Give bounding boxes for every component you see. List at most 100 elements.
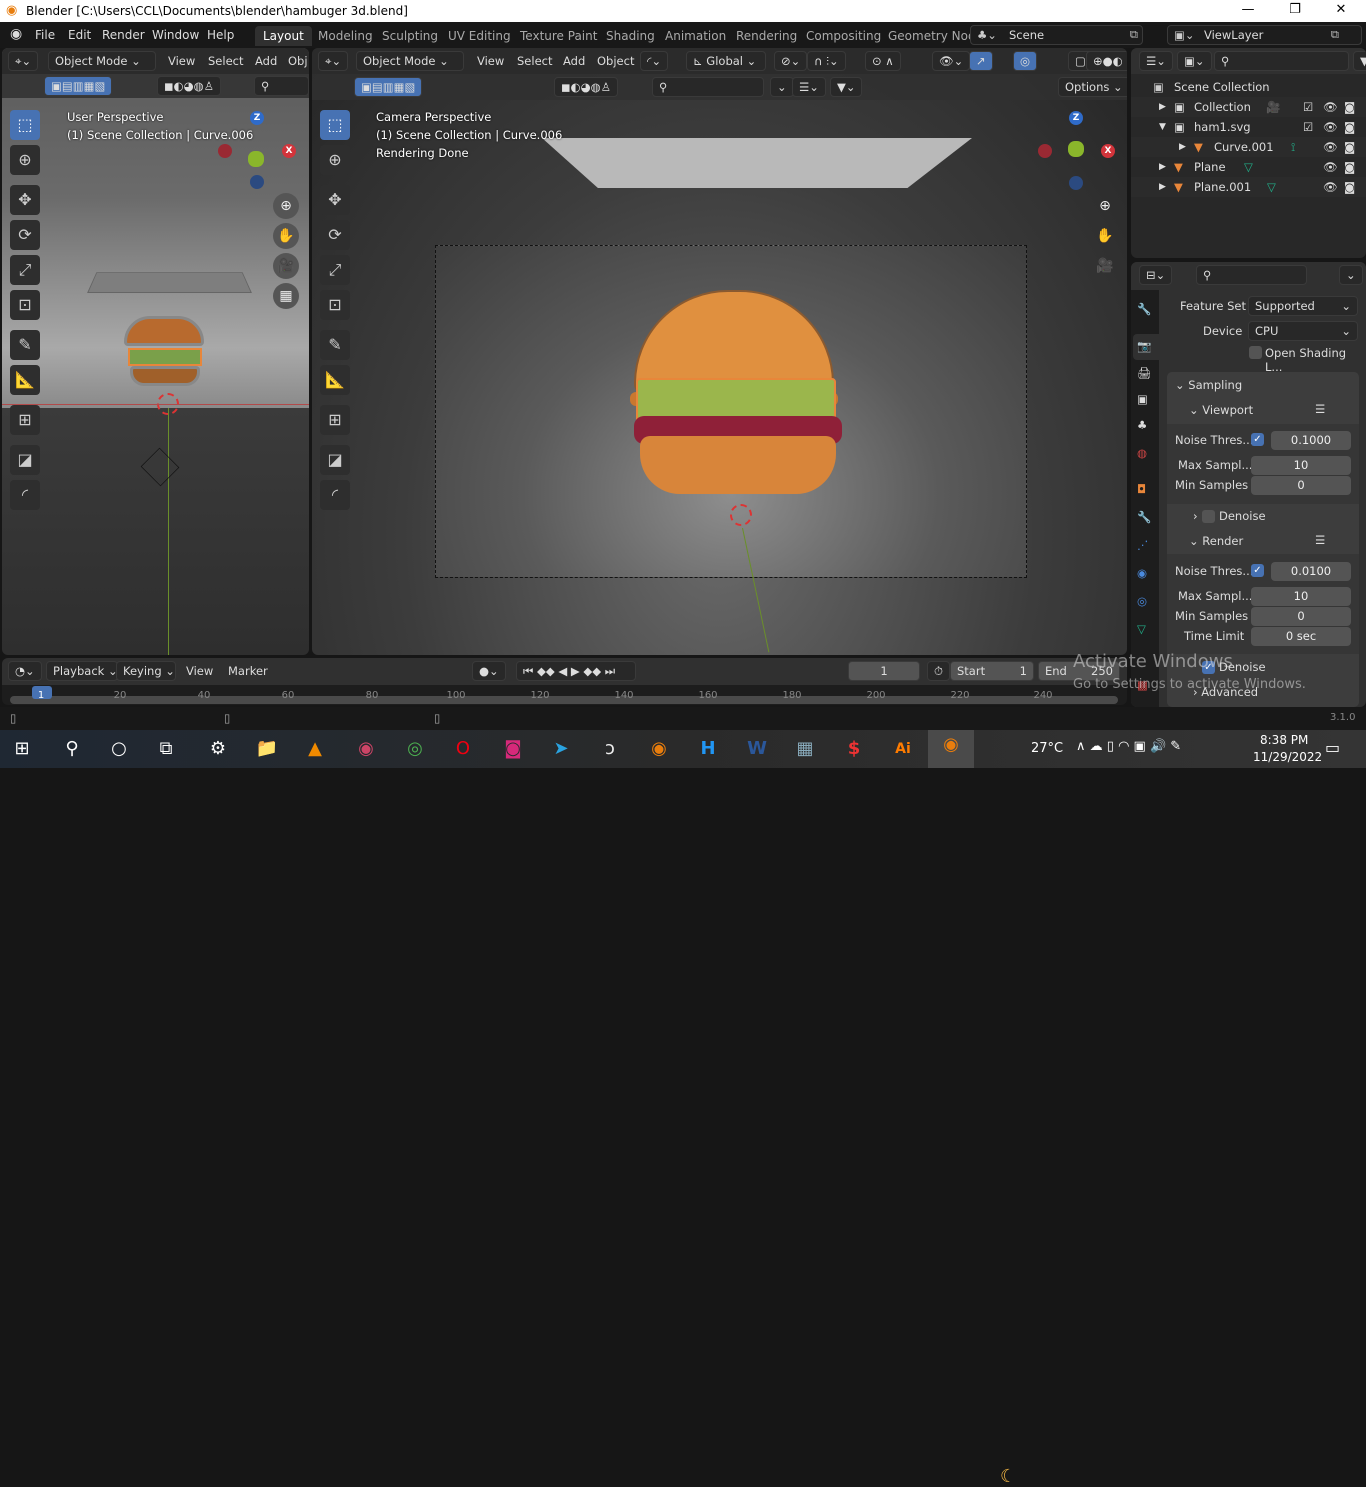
expand-arrow-icon[interactable]: ▶ bbox=[1159, 182, 1166, 192]
gizmo-toggle-icon[interactable]: ↗ bbox=[969, 51, 993, 71]
playback-controls[interactable]: ⏮ ◆◆ ◀ ▶ ◆◆ ⏭ bbox=[516, 661, 636, 681]
editor-type-icon[interactable]: ⊟⌄ bbox=[1139, 265, 1173, 285]
outliner-row-plane001[interactable]: ▶ ▼ Plane.001 ▽ 👁 ◙ bbox=[1131, 177, 1366, 197]
render-camera-icon[interactable]: ◙ bbox=[1344, 100, 1355, 114]
menu-select[interactable]: Select bbox=[517, 54, 552, 68]
expand-arrow-icon[interactable]: ▶ bbox=[1179, 142, 1186, 152]
modifier-tab-icon[interactable]: 🔧 bbox=[1137, 510, 1151, 524]
h-app-icon[interactable]: H bbox=[690, 734, 726, 764]
object-mode-dropdown[interactable]: Object Mode ⌄ bbox=[48, 51, 156, 71]
gizmo-y-axis[interactable] bbox=[1068, 141, 1084, 157]
close-button[interactable]: ✕ bbox=[1326, 2, 1356, 17]
auto-keying-button[interactable]: ●⌄ bbox=[472, 661, 506, 681]
render-camera-icon[interactable]: ◙ bbox=[1344, 120, 1355, 134]
gizmo-x-axis[interactable]: X bbox=[1101, 144, 1115, 158]
gizmo-z-axis[interactable]: Z bbox=[1069, 111, 1083, 125]
vlc-icon[interactable]: ▲ bbox=[297, 734, 333, 764]
expand-arrow-icon[interactable]: ▼ bbox=[1159, 122, 1166, 132]
shrink-tool[interactable]: ◪ bbox=[10, 445, 40, 475]
tab-geometry-nodes[interactable]: Geometry Nod bbox=[880, 26, 984, 46]
chrome-icon[interactable]: ◎ bbox=[397, 734, 433, 764]
search-icon[interactable]: ⚲ bbox=[652, 77, 764, 97]
clock-time[interactable]: 8:38 PM bbox=[1260, 733, 1308, 747]
cursor-tool[interactable]: ⊕ bbox=[320, 145, 350, 175]
presets-icon[interactable]: ☰ bbox=[1315, 533, 1325, 547]
display-mode-icon[interactable]: ☰⌄ bbox=[1139, 51, 1173, 71]
snapping-icon[interactable]: ∩ ⫶⌄ bbox=[807, 51, 846, 71]
gizmo-z-axis[interactable]: Z bbox=[250, 111, 264, 125]
view-layer-selector[interactable]: ▣⌄ ViewLayer ⧉ bbox=[1167, 25, 1362, 45]
rotate-tool[interactable]: ⟳ bbox=[10, 220, 40, 250]
gizmo-neg-z[interactable] bbox=[250, 175, 264, 189]
scale-tool[interactable]: ⤢ bbox=[320, 255, 350, 285]
playback-dropdown[interactable]: Playback ⌄ bbox=[46, 661, 118, 681]
move-tool[interactable]: ✥ bbox=[320, 185, 350, 215]
search-icon[interactable]: ⚲ bbox=[54, 734, 90, 764]
start-button-icon[interactable]: ⊞ bbox=[4, 734, 40, 764]
viewport-denoise-expand[interactable]: › bbox=[1193, 509, 1198, 523]
ortho-grid-icon[interactable]: ▦ bbox=[273, 283, 299, 309]
left-3d-viewport[interactable]: ⌖⌄ Object Mode ⌄ View Select Add Obj ▣▤▥… bbox=[2, 48, 309, 655]
editor-type-icon[interactable]: ⌖⌄ bbox=[8, 51, 39, 71]
menu-window[interactable]: Window bbox=[152, 28, 199, 42]
menu-help[interactable]: Help bbox=[207, 28, 234, 42]
minimize-button[interactable]: — bbox=[1233, 2, 1263, 17]
snap-icon[interactable]: ◜⌄ bbox=[640, 51, 669, 71]
tab-sculpting[interactable]: Sculpting bbox=[374, 26, 446, 46]
outliner-row-ham1[interactable]: ▼ ▣ ham1.svg ☑ 👁 ◙ bbox=[1131, 117, 1366, 137]
instagram-icon[interactable]: ◙ bbox=[495, 734, 531, 764]
blender-active-icon[interactable]: ◉ bbox=[928, 730, 974, 768]
menu-marker[interactable]: Marker bbox=[228, 664, 268, 678]
viewport-shading-icons[interactable]: ⊕●◐ bbox=[1086, 51, 1127, 71]
annotate-tool[interactable]: ✎ bbox=[10, 330, 40, 360]
gizmo-x-axis[interactable]: X bbox=[282, 144, 296, 158]
eye-icon[interactable]: 👁 bbox=[1323, 120, 1338, 134]
weather-icon[interactable]: ☾ bbox=[1000, 1466, 1016, 1487]
tray-icons[interactable]: ∧ ☁ ▯ ◠ ▣ 🔊 ✎ bbox=[1076, 739, 1181, 754]
outliner-row-collection[interactable]: ▶ ▣ Collection 🎥 ☑ 👁 ◙ bbox=[1131, 97, 1366, 117]
new-scene-icon[interactable]: ⧉ bbox=[1130, 27, 1138, 42]
viewport-noise-value[interactable]: 0.1000 bbox=[1271, 431, 1351, 450]
zoom-icon[interactable]: ⊕ bbox=[273, 193, 299, 219]
scene-selector[interactable]: ♣⌄ Scene ⧉ bbox=[970, 25, 1143, 45]
settings-app-icon[interactable]: ⚙ bbox=[200, 734, 236, 764]
output-tab-icon[interactable]: 🖨 bbox=[1137, 366, 1152, 380]
menu-view[interactable]: View bbox=[168, 54, 195, 68]
gizmo-neg-x[interactable] bbox=[1038, 144, 1052, 158]
render-noise-value[interactable]: 0.0100 bbox=[1271, 562, 1351, 581]
measure-tool[interactable]: 📐 bbox=[320, 365, 350, 395]
eye-icon[interactable]: 👁 bbox=[1323, 100, 1338, 114]
select-box-tool[interactable]: ⬚ bbox=[320, 110, 350, 140]
eye-icon[interactable]: 👁 bbox=[1323, 160, 1338, 174]
checkbox-icon[interactable]: ☑ bbox=[1303, 120, 1313, 134]
tab-modeling[interactable]: Modeling bbox=[310, 26, 381, 46]
select-mode-icons[interactable]: ▣▤▥▦▧ bbox=[44, 76, 113, 96]
filter-list-icon[interactable]: ☰⌄ bbox=[792, 77, 826, 97]
notifications-icon[interactable]: ▭ bbox=[1325, 738, 1340, 757]
start-frame-field[interactable]: Start 1 bbox=[950, 661, 1034, 681]
scale-tool[interactable]: ⤢ bbox=[10, 255, 40, 285]
properties-search[interactable]: ⚲ bbox=[1196, 265, 1307, 285]
current-frame-field[interactable]: 1 bbox=[848, 661, 920, 681]
proportional-edit-icon[interactable]: ⊙ ∧ bbox=[865, 51, 901, 71]
gizmo-y-axis[interactable] bbox=[248, 151, 264, 167]
transform-tool[interactable]: ⊡ bbox=[320, 290, 350, 320]
opera-icon[interactable]: O bbox=[445, 734, 481, 764]
rotate-tool[interactable]: ⟳ bbox=[320, 220, 350, 250]
object-mode-dropdown[interactable]: Object Mode ⌄ bbox=[356, 51, 464, 71]
visibility-icon[interactable]: 👁⌄ bbox=[932, 51, 971, 71]
editor-type-icon[interactable]: ◔⌄ bbox=[8, 661, 42, 681]
tab-shading[interactable]: Shading bbox=[598, 26, 663, 46]
curve-tool[interactable]: ◜ bbox=[320, 480, 350, 510]
blender-taskbar-icon[interactable]: ◉ bbox=[641, 734, 677, 764]
telegram-icon[interactable]: ➤ bbox=[543, 734, 579, 764]
render-max-value[interactable]: 10 bbox=[1251, 587, 1351, 606]
search-icon[interactable]: ⚲ bbox=[254, 76, 309, 96]
curve-tool[interactable]: ◜ bbox=[10, 480, 40, 510]
eye-icon[interactable]: 👁 bbox=[1323, 180, 1338, 194]
maximize-button[interactable]: ❐ bbox=[1280, 2, 1310, 17]
eye-icon[interactable]: 👁 bbox=[1323, 140, 1338, 154]
select-mode-icons[interactable]: ▣▤▥▦▧ bbox=[354, 77, 423, 97]
outliner-scene-collection[interactable]: ▣ Scene Collection bbox=[1131, 77, 1366, 97]
device-dropdown[interactable]: CPU ⌄ bbox=[1248, 321, 1358, 341]
